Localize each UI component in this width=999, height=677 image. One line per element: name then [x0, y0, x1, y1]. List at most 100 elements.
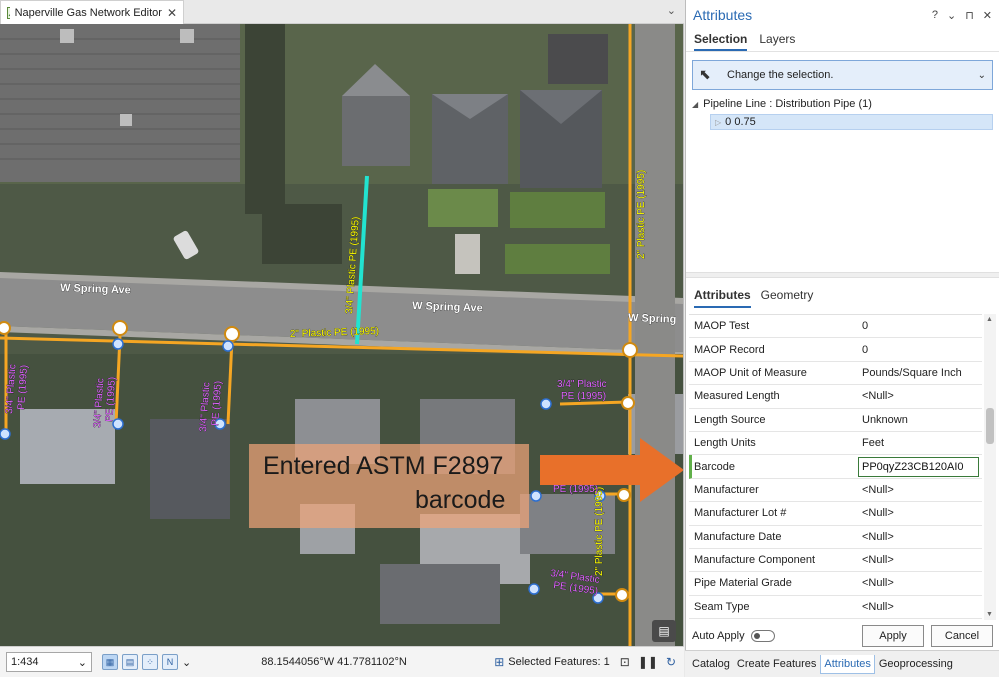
- map-view[interactable]: W Spring Ave W Spring Ave W Spring 2" Pl…: [0, 24, 684, 646]
- attributes-pane: Attributes ? ⌄ ⊓ ✕ Selection Layers ⬉ Ch…: [685, 0, 999, 650]
- field-name: Manufacture Component: [694, 554, 816, 567]
- field-name: Pipe Material Grade: [694, 577, 792, 590]
- change-selection-label: Change the selection.: [727, 69, 834, 81]
- comment-icon[interactable]: ▤: [652, 620, 676, 642]
- apply-button[interactable]: Apply: [862, 625, 924, 647]
- feature-name: 0 0.75: [725, 116, 756, 128]
- field-value[interactable]: <Null>: [855, 484, 982, 496]
- clear-selection-icon[interactable]: ⊡: [620, 655, 630, 669]
- field-value[interactable]: Pounds/Square Inch: [855, 367, 982, 379]
- pane-splitter[interactable]: [686, 272, 999, 278]
- map-icon: [7, 6, 10, 19]
- field-value[interactable]: <Null>: [855, 554, 982, 566]
- tab-layers[interactable]: Layers: [759, 32, 795, 51]
- pause-icon[interactable]: ❚❚: [638, 655, 658, 669]
- cancel-button[interactable]: Cancel: [931, 625, 993, 647]
- table-row[interactable]: Seam Type <Null>: [689, 596, 982, 620]
- table-row[interactable]: Length Units Feet: [689, 432, 982, 456]
- field-name: Seam Type: [694, 600, 750, 613]
- change-selection-dropdown[interactable]: ⬉ Change the selection. ⌄: [692, 60, 993, 90]
- field-name: Barcode: [694, 460, 735, 473]
- field-value[interactable]: <Null>: [855, 601, 982, 613]
- scale-value: 1:434: [11, 656, 39, 668]
- pipe-label-service: PE (1995): [561, 391, 606, 402]
- tab-create-features[interactable]: Create Features: [734, 655, 819, 673]
- table-icon[interactable]: ▤: [122, 654, 138, 670]
- map-status-bar: 1:434 ⌄ ▦ ▤ ⁘ N ⌄ 88.1544056°W 41.778110…: [0, 646, 684, 677]
- close-tab-icon[interactable]: ✕: [167, 6, 177, 20]
- tree-layer-node[interactable]: ◢ Pipeline Line : Distribution Pipe (1): [692, 98, 993, 110]
- table-row[interactable]: Manufacture Component <Null>: [689, 549, 982, 573]
- table-row[interactable]: MAOP Record 0: [689, 338, 982, 362]
- expand-icon[interactable]: ▷: [715, 118, 721, 127]
- tree-feature-node[interactable]: ▷ 0 0.75: [710, 114, 993, 130]
- coordinates-readout: 88.1544056°W 41.7781102°N: [261, 656, 407, 668]
- selected-features[interactable]: ⊞ Selected Features: 1: [494, 655, 610, 669]
- table-row[interactable]: Manufacturer <Null>: [689, 479, 982, 503]
- field-value[interactable]: <Null>: [855, 390, 982, 402]
- help-icon[interactable]: ?: [932, 9, 938, 22]
- layer-name: Pipeline Line : Distribution Pipe (1): [703, 98, 872, 110]
- chevron-down-icon: ⌄: [77, 656, 87, 669]
- selection-tree: ◢ Pipeline Line : Distribution Pipe (1) …: [686, 90, 999, 138]
- street-label: W Spring Ave: [60, 282, 131, 296]
- pipe-label-main-vertical-lower: 2" Plastic PE (1995): [594, 487, 605, 576]
- snapping-icon[interactable]: ⁘: [142, 654, 158, 670]
- street-label: W Spring Ave: [412, 300, 483, 314]
- table-row[interactable]: Pipe Material Grade <Null>: [689, 572, 982, 596]
- navigation-icon[interactable]: N: [162, 654, 178, 670]
- field-name: Measured Length: [694, 390, 780, 403]
- field-name: Manufacturer: [694, 483, 759, 496]
- field-value[interactable]: 0: [855, 344, 982, 356]
- table-row[interactable]: Manufacturer Lot # <Null>: [689, 502, 982, 526]
- options-icon[interactable]: ⌄: [947, 9, 956, 22]
- tab-attributes[interactable]: Attributes: [694, 288, 751, 308]
- map-tab-title: Naperville Gas Network Editor: [14, 6, 162, 19]
- pane-title: Attributes: [693, 7, 753, 23]
- scale-selector[interactable]: 1:434 ⌄: [6, 652, 92, 672]
- tab-geometry[interactable]: Geometry: [761, 288, 814, 308]
- field-value[interactable]: <Null>: [855, 531, 982, 543]
- tab-geoprocessing[interactable]: Geoprocessing: [876, 655, 956, 673]
- table-row[interactable]: MAOP Test 0: [689, 315, 982, 339]
- barcode-input[interactable]: [858, 456, 979, 477]
- tab-attributes-dock[interactable]: Attributes: [820, 654, 875, 674]
- field-name: MAOP Unit of Measure: [694, 366, 807, 379]
- field-name: Manufacturer Lot #: [694, 507, 787, 520]
- scroll-down-icon[interactable]: ▼: [986, 611, 993, 618]
- collapse-icon[interactable]: ◢: [692, 100, 698, 110]
- field-value[interactable]: 0: [855, 320, 982, 332]
- field-value[interactable]: <Null>: [855, 577, 982, 589]
- street-label: W Spring: [628, 312, 677, 326]
- tab-catalog[interactable]: Catalog: [689, 655, 733, 673]
- table-row[interactable]: Length Source Unknown: [689, 409, 982, 432]
- attribute-scrollbar[interactable]: ▲ ▼: [984, 314, 996, 620]
- close-icon[interactable]: ✕: [983, 9, 992, 22]
- table-row-barcode[interactable]: Barcode: [689, 455, 982, 479]
- map-tab[interactable]: Naperville Gas Network Editor ✕: [0, 0, 184, 24]
- field-name: Length Units: [694, 437, 756, 450]
- selected-features-label: Selected Features: 1: [508, 656, 610, 668]
- tab-strip: ⌄: [184, 0, 684, 24]
- scroll-up-icon[interactable]: ▲: [986, 316, 993, 323]
- field-value[interactable]: Unknown: [855, 414, 982, 426]
- field-value[interactable]: <Null>: [855, 507, 982, 519]
- scrollbar-thumb[interactable]: [986, 408, 994, 444]
- auto-apply-toggle[interactable]: [750, 630, 775, 642]
- field-name: Manufacture Date: [694, 530, 782, 543]
- map-canvas: W Spring Ave W Spring Ave W Spring 2" Pl…: [0, 24, 683, 646]
- chevron-down-icon: ⌄: [977, 69, 986, 81]
- field-value[interactable]: Feet: [855, 437, 982, 449]
- refresh-icon[interactable]: ↻: [666, 655, 676, 669]
- chevron-down-icon[interactable]: ⌄: [667, 4, 676, 17]
- pipe-label-main-vertical: 2" Plastic PE (1995): [636, 170, 647, 259]
- table-row[interactable]: Measured Length <Null>: [689, 385, 982, 409]
- pin-icon[interactable]: ⊓: [965, 9, 974, 22]
- field-name: MAOP Record: [694, 343, 765, 356]
- tab-selection[interactable]: Selection: [694, 32, 748, 51]
- chevron-down-icon[interactable]: ⌄: [182, 656, 191, 669]
- table-row[interactable]: Manufacture Date <Null>: [689, 526, 982, 549]
- table-row[interactable]: MAOP Unit of Measure Pounds/Square Inch: [689, 362, 982, 386]
- pipe-label-service: PE (1995): [553, 484, 598, 495]
- grid-toggle-icon[interactable]: ▦: [102, 654, 118, 670]
